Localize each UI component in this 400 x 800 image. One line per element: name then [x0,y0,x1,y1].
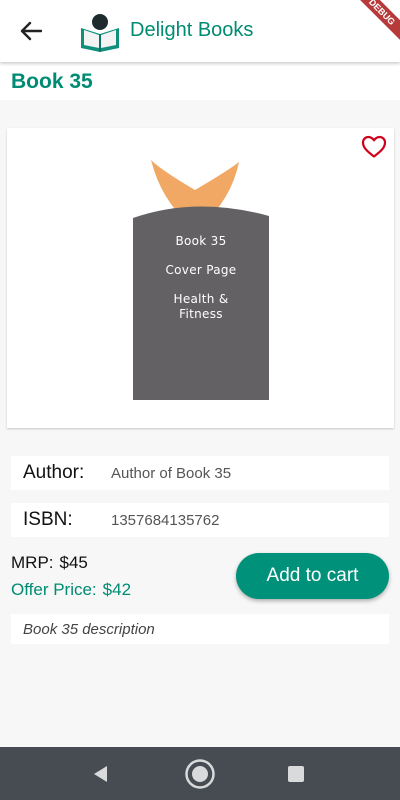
cover-line-title: Book 35 [175,234,227,248]
heart-outline-icon [361,135,387,158]
author-label: Author: [23,462,85,483]
system-navigation-bar [0,747,400,800]
book-cover-image [133,160,269,400]
book-description: Book 35 description [23,621,155,638]
nav-back-button[interactable] [84,757,118,791]
cover-line-category-1: Health & [173,292,229,306]
title-bar: Book 35 [0,62,400,100]
circle-home-icon [185,759,215,789]
favorite-button[interactable] [361,135,387,159]
debug-banner: DEBUG [340,0,400,60]
description-row: Book 35 description [11,614,389,644]
nav-home-button[interactable] [183,757,217,791]
book-title: Book 35 [11,70,93,93]
offer-price: Offer Price: $42 [11,580,131,600]
book-cover-card: Book 35 Cover Page Health & Fitness [7,128,394,428]
mrp-label: MRP: [11,553,54,572]
offer-label: Offer Price: [11,580,97,599]
debug-banner-label: DEBUG [348,0,400,46]
arrow-left-icon [20,21,42,41]
back-button[interactable] [14,15,48,47]
author-value: Author of Book 35 [111,465,232,482]
isbn-label: ISBN: [23,509,73,530]
author-row: Author: Author of Book 35 [11,456,389,490]
offer-value: $42 [102,580,132,599]
triangle-back-icon [94,766,107,782]
add-to-cart-button[interactable]: Add to cart [236,553,389,599]
reader-book-logo [81,14,119,52]
mrp-value: $45 [59,553,88,572]
cover-line-category-2: Fitness [179,307,223,321]
app-title: Delight Books [130,19,254,41]
square-recents-icon [288,766,304,782]
isbn-row: ISBN: 1357684135762 [11,503,389,537]
cover-line-subtitle: Cover Page [165,263,237,277]
nav-recents-button[interactable] [279,757,313,791]
mrp-price: MRP: $45 [11,553,88,573]
isbn-value: 1357684135762 [111,512,220,529]
